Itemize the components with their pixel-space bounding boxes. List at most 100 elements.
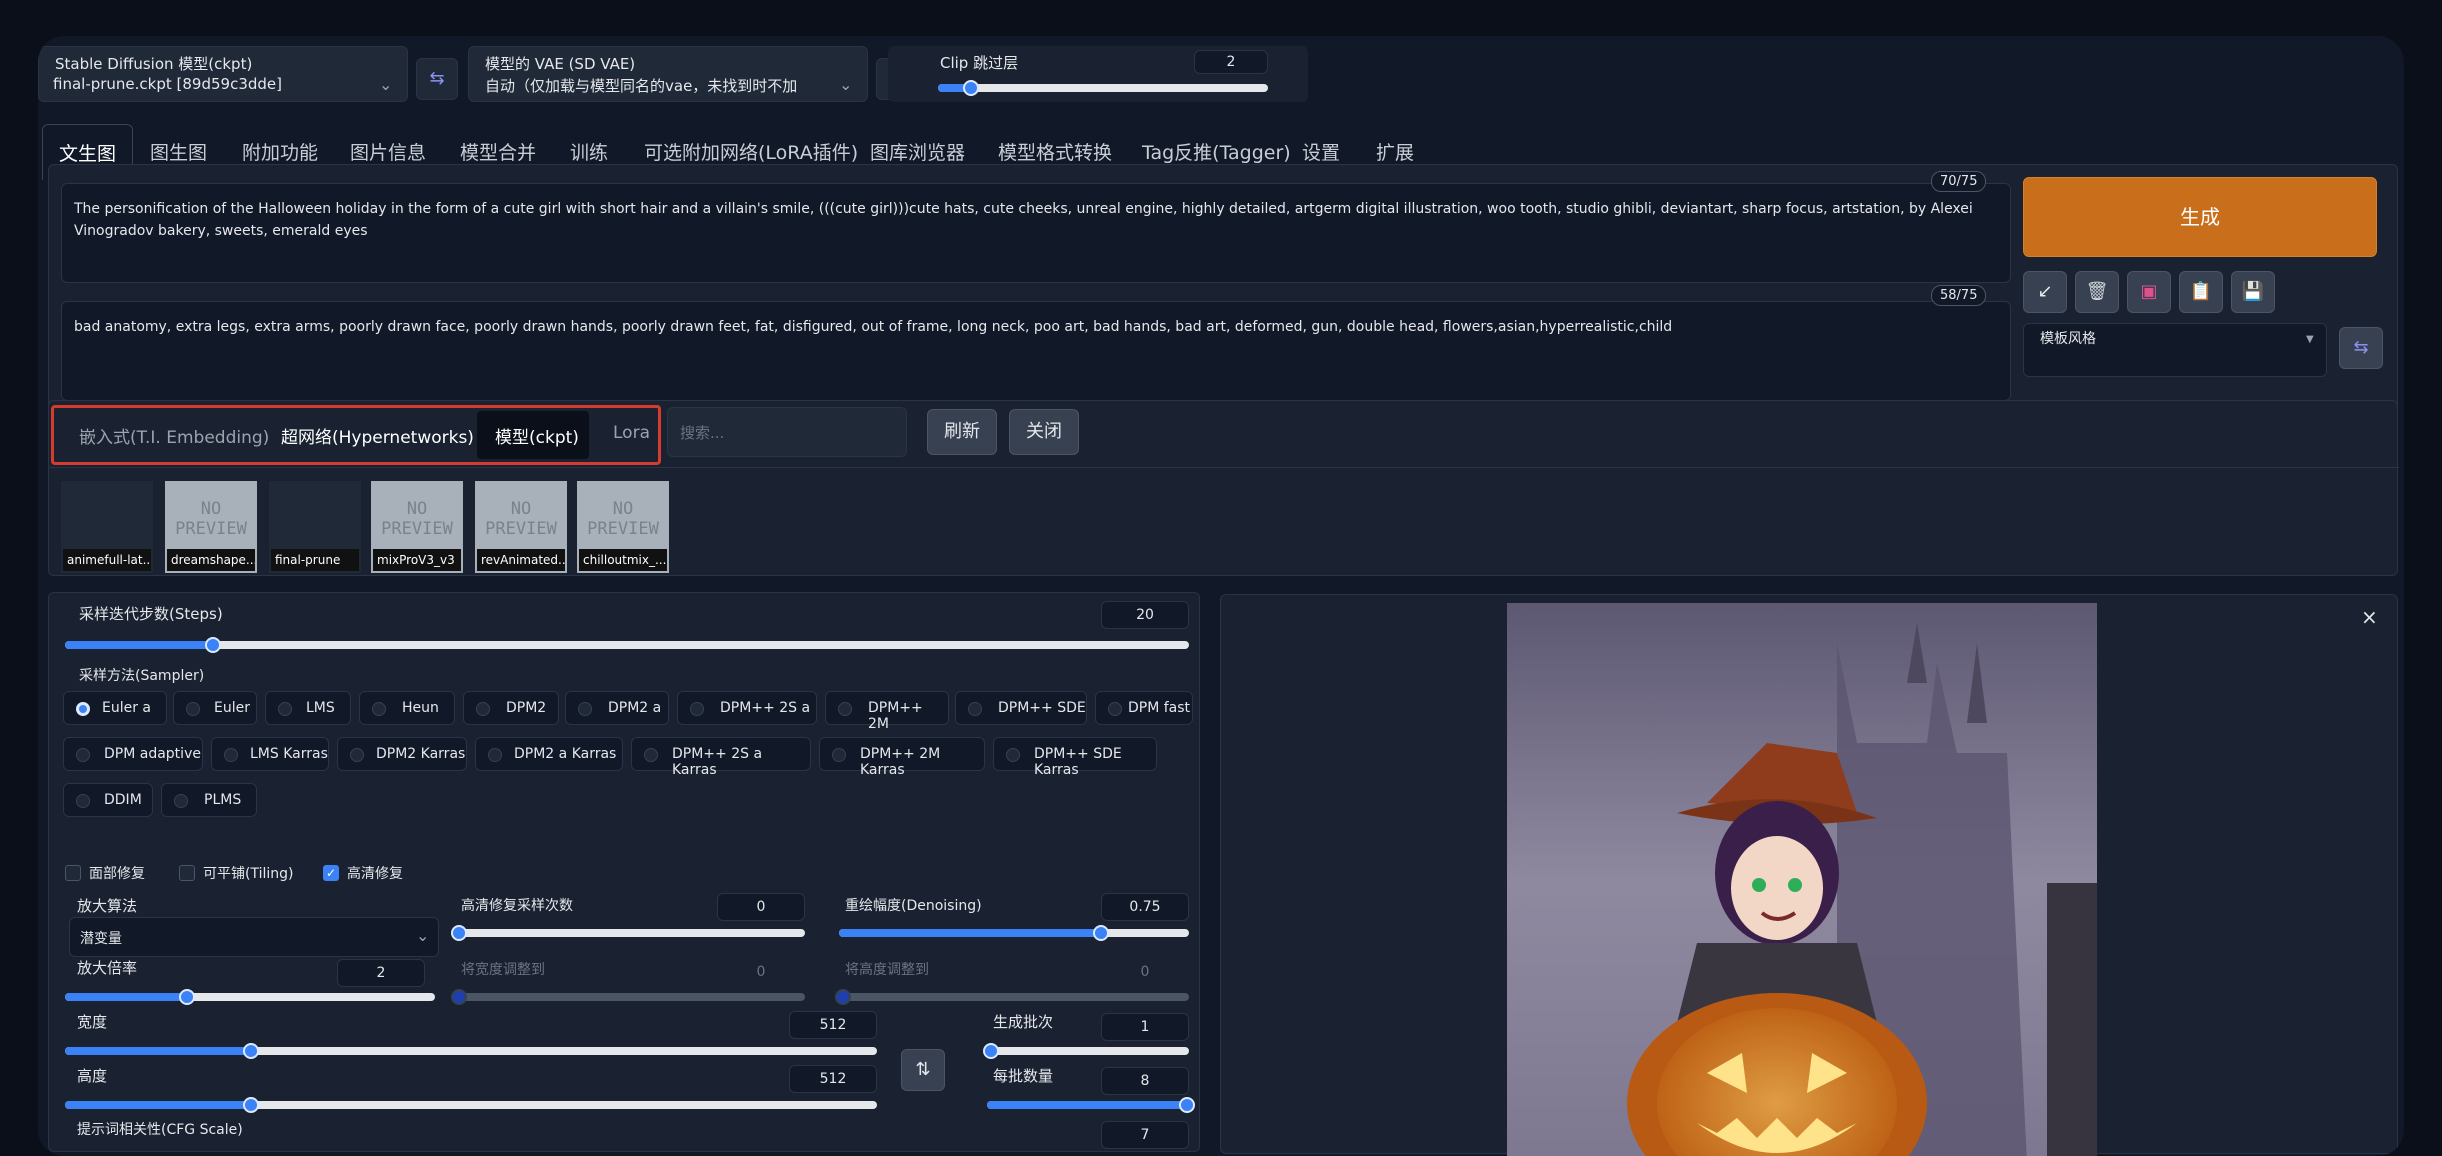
refresh-styles-icon[interactable]: ⇆ xyxy=(2339,327,2383,369)
clip-slider-knob[interactable] xyxy=(963,80,979,96)
sampler-option[interactable]: DPM2 Karras xyxy=(337,737,467,771)
clip-slider[interactable] xyxy=(938,84,1268,92)
sampler-option[interactable]: Heun xyxy=(359,691,455,725)
steps-slider-knob[interactable] xyxy=(205,637,221,653)
sampler-option[interactable]: LMS xyxy=(265,691,351,725)
width-slider-fill xyxy=(65,1047,255,1055)
negative-prompt-input[interactable]: bad anatomy, extra legs, extra arms, poo… xyxy=(61,301,2011,401)
denoise-value[interactable]: 0.75 xyxy=(1101,893,1189,921)
network-card[interactable]: final-prune xyxy=(269,481,361,573)
sampler-option[interactable]: DPM2 a Karras xyxy=(475,737,623,771)
arrow-icon[interactable]: ↙ xyxy=(2023,271,2067,313)
card-name: dreamshape... xyxy=(167,549,255,571)
sampler-option[interactable]: DPM++ 2S a Karras xyxy=(631,737,811,778)
swap-dimensions-icon[interactable]: ⇅ xyxy=(901,1049,945,1091)
tab-extensions[interactable]: 扩展 xyxy=(1376,138,1414,165)
tab-extras[interactable]: 附加功能 xyxy=(242,138,318,165)
card-name: mixProV3_v3 xyxy=(373,549,461,571)
sampler-option[interactable]: Euler xyxy=(173,691,257,725)
resize-width-label: 将宽度调整到 xyxy=(461,962,545,978)
save-icon[interactable]: 💾 xyxy=(2231,271,2275,313)
denoise-knob[interactable] xyxy=(1093,925,1109,941)
sampler-option[interactable]: DPM++ 2M xyxy=(825,691,949,732)
vae-select[interactable]: 模型的 VAE (SD VAE) 自动（仅加载与模型同名的vae，未找到时不加 … xyxy=(468,46,868,102)
network-tab-hypernetworks[interactable]: 超网络(Hypernetworks) xyxy=(281,423,474,448)
network-search-input[interactable]: 搜索... xyxy=(667,407,907,457)
sampler-option[interactable]: DPM++ SDE xyxy=(955,691,1087,725)
refresh-model-icon[interactable]: ⇆ xyxy=(416,58,458,100)
network-tab-embedding[interactable]: 嵌入式(T.I. Embedding) xyxy=(79,423,269,448)
network-card[interactable]: animefull-lat... xyxy=(61,481,153,573)
network-card[interactable]: NO PREVIEW mixProV3_v3 xyxy=(371,481,463,573)
clipboard-icon[interactable]: 📋 xyxy=(2179,271,2223,313)
resize-width-slider xyxy=(455,993,805,1001)
height-value[interactable]: 512 xyxy=(789,1065,877,1093)
tab-additional-networks[interactable]: 可选附加网络(LoRA插件) xyxy=(644,138,858,165)
sampler-option[interactable]: DPM2 a xyxy=(565,691,669,725)
tab-model-converter[interactable]: 模型格式转换 xyxy=(998,138,1112,165)
upscaler-value: 潜变量 xyxy=(80,931,122,947)
hires-steps-knob[interactable] xyxy=(451,925,467,941)
sampler-option[interactable]: PLMS xyxy=(161,783,257,817)
close-icon[interactable]: × xyxy=(2361,605,2378,629)
vae-value: 自动（仅加载与模型同名的vae，未找到时不加 xyxy=(485,77,798,95)
positive-prompt-input[interactable]: The personification of the Halloween hol… xyxy=(61,183,2011,283)
batch-count-knob[interactable] xyxy=(983,1043,999,1059)
model-select[interactable]: Stable Diffusion 模型(ckpt) final-prune.ck… xyxy=(38,46,408,102)
scale-value[interactable]: 2 xyxy=(337,959,425,987)
hires-steps-value[interactable]: 0 xyxy=(717,893,805,921)
tab-checkpoint-merger[interactable]: 模型合并 xyxy=(460,138,536,165)
sampler-option[interactable]: DPM fast xyxy=(1095,691,1193,725)
clip-value[interactable]: 2 xyxy=(1194,50,1268,74)
tab-image-browser[interactable]: 图库浏览器 xyxy=(870,138,965,165)
output-panel: × xyxy=(1220,594,2398,1156)
sampler-option[interactable]: DPM++ SDE Karras xyxy=(993,737,1157,778)
model-label: Stable Diffusion 模型(ckpt) xyxy=(55,55,253,73)
chevron-down-icon: ⌄ xyxy=(839,75,853,94)
network-tab-checkpoints[interactable]: 模型(ckpt) xyxy=(495,423,579,448)
trash-icon[interactable]: 🗑 xyxy=(2075,271,2119,313)
tab-settings[interactable]: 设置 xyxy=(1302,138,1340,165)
width-knob[interactable] xyxy=(243,1043,259,1059)
hires-steps-slider[interactable] xyxy=(455,929,805,937)
face-restore-checkbox[interactable] xyxy=(65,865,81,881)
batch-size-value[interactable]: 8 xyxy=(1101,1067,1189,1095)
steps-value[interactable]: 20 xyxy=(1101,601,1189,629)
hires-fix-checkbox[interactable]: ✓ xyxy=(323,865,339,881)
upscaler-select[interactable]: 潜变量 ⌄ xyxy=(69,917,439,957)
sampler-option[interactable]: Euler a xyxy=(63,691,167,725)
tab-img2img[interactable]: 图生图 xyxy=(150,138,207,165)
cfg-label: 提示词相关性(CFG Scale) xyxy=(77,1122,243,1138)
sampler-option[interactable]: DPM++ 2M Karras xyxy=(819,737,985,778)
styles-select[interactable]: 模板风格 ▼ xyxy=(2023,323,2327,377)
sampler-option[interactable]: DDIM xyxy=(63,783,153,817)
art-icon[interactable]: ▣ xyxy=(2127,271,2171,313)
tab-train[interactable]: 训练 xyxy=(570,138,608,165)
tiling-checkbox[interactable] xyxy=(179,865,195,881)
network-card[interactable]: NO PREVIEW revAnimated... xyxy=(475,481,567,573)
batch-size-knob[interactable] xyxy=(1179,1097,1195,1113)
model-value: final-prune.ckpt [89d59c3dde] xyxy=(53,75,282,93)
refresh-button[interactable]: 刷新 xyxy=(927,409,997,455)
sampler-option[interactable]: LMS Karras xyxy=(211,737,329,771)
styles-label: 模板风格 xyxy=(2040,331,2096,347)
steps-slider[interactable] xyxy=(65,641,1189,649)
network-card[interactable]: NO PREVIEW chilloutmix_... xyxy=(577,481,669,573)
batch-count-slider[interactable] xyxy=(987,1047,1189,1055)
sampler-option[interactable]: DPM adaptive xyxy=(63,737,203,771)
tab-png-info[interactable]: 图片信息 xyxy=(350,138,426,165)
height-knob[interactable] xyxy=(243,1097,259,1113)
batch-count-value[interactable]: 1 xyxy=(1101,1013,1189,1041)
cfg-value[interactable]: 7 xyxy=(1101,1121,1189,1149)
network-card[interactable]: NO PREVIEW dreamshape... xyxy=(165,481,257,573)
no-preview-text: NO PREVIEW xyxy=(175,499,247,539)
close-button[interactable]: 关闭 xyxy=(1009,409,1079,455)
generate-button[interactable]: 生成 xyxy=(2023,177,2377,257)
width-value[interactable]: 512 xyxy=(789,1011,877,1039)
tab-tagger[interactable]: Tag反推(Tagger) xyxy=(1142,138,1291,165)
network-tab-lora[interactable]: Lora xyxy=(613,423,650,443)
output-image[interactable] xyxy=(1507,603,2097,1156)
scale-knob[interactable] xyxy=(179,989,195,1005)
sampler-option[interactable]: DPM2 xyxy=(463,691,559,725)
sampler-option[interactable]: DPM++ 2S a xyxy=(677,691,817,725)
